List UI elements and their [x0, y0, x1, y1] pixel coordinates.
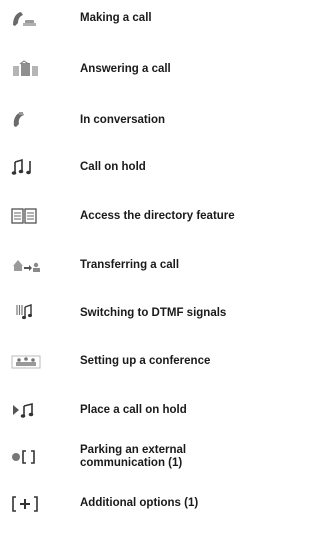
list-item-label: Transferring a call: [80, 259, 180, 271]
directory-book-icon: [10, 207, 44, 225]
additional-options-icon: [10, 495, 44, 513]
list-item-label: In conversation: [80, 114, 165, 126]
list-item-label: Setting up a conference: [80, 355, 211, 367]
list-item-label: Switching to DTMF signals: [80, 307, 227, 319]
handset-lifting-icon: [10, 10, 44, 28]
music-notes-hold-icon: [10, 158, 44, 176]
handset-conversation-icon: [10, 110, 44, 128]
list-item-label: Additional options (1): [80, 497, 199, 509]
conference-icon: [10, 352, 44, 370]
place-on-hold-icon: [10, 401, 44, 419]
feature-icon-legend: Making a call Answering a call In conver…: [0, 0, 270, 542]
parking-icon: [10, 448, 44, 466]
list-item-label: Access the directory feature: [80, 210, 235, 222]
answering-call-icon: [10, 60, 44, 78]
list-item-label: Making a call: [80, 12, 152, 24]
list-item-label: Call on hold: [80, 161, 146, 173]
list-item-label: Answering a call: [80, 63, 171, 75]
list-item-label: Parking an external communication (1): [80, 444, 187, 469]
dtmf-keypad-icon: [10, 303, 44, 321]
transfer-call-icon: [10, 256, 44, 274]
list-item-label: Place a call on hold: [80, 404, 187, 416]
